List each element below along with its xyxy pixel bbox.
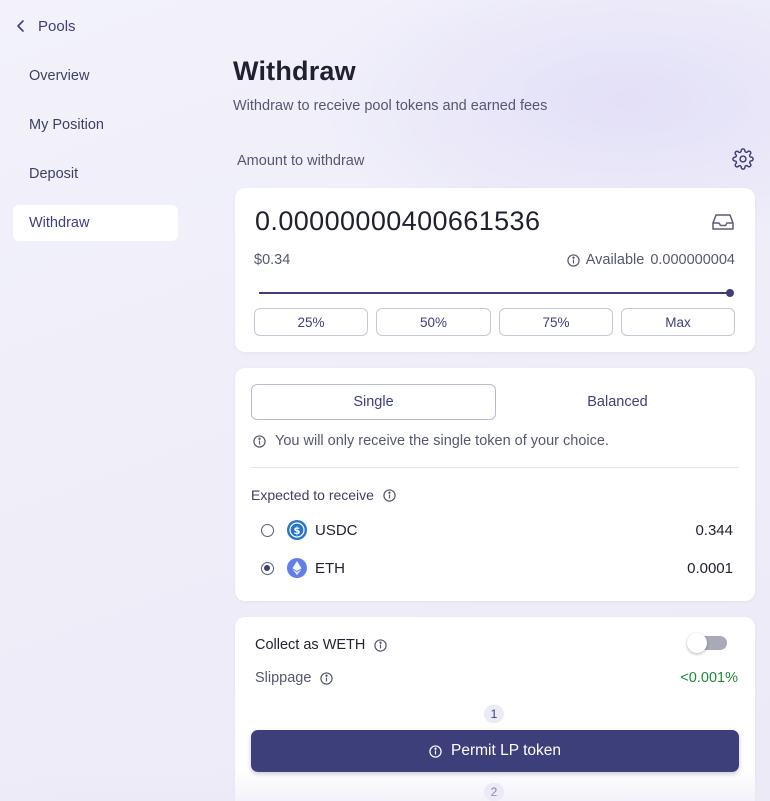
radio-usdc[interactable] xyxy=(261,523,274,537)
preset-buttons: 25% 50% 75% Max xyxy=(254,308,735,336)
sidebar-item-overview[interactable]: Overview xyxy=(13,58,178,94)
radio-eth[interactable] xyxy=(261,561,274,575)
preset-75-button[interactable]: 75% xyxy=(499,308,613,336)
info-icon xyxy=(567,253,580,267)
preset-50-button[interactable]: 50% xyxy=(376,308,491,336)
usdc-icon: $ xyxy=(287,520,307,540)
preset-max-button[interactable]: Max xyxy=(621,308,735,336)
sidebar-item-label: My Position xyxy=(29,117,104,133)
amount-input[interactable]: 0.00000000400661536 xyxy=(255,206,540,237)
sidebar-nav: Overview My Position Deposit Withdraw xyxy=(13,58,178,254)
back-to-pools-link[interactable]: Pools xyxy=(14,14,76,38)
withdraw-mode-card: Single Balanced You will only receive th… xyxy=(235,368,755,601)
eth-icon xyxy=(287,558,307,578)
permit-lp-token-button[interactable]: Permit LP token xyxy=(251,730,739,772)
available-value: 0.000000004 xyxy=(650,252,735,268)
toggle-knob xyxy=(687,633,707,653)
info-icon[interactable] xyxy=(383,488,396,502)
info-icon[interactable] xyxy=(374,638,388,652)
expected-to-receive-label: Expected to receive xyxy=(251,487,396,503)
preset-25-button[interactable]: 25% xyxy=(254,308,368,336)
token-symbol: USDC xyxy=(315,521,358,539)
slippage-label-text: Slippage xyxy=(255,670,312,686)
token-amount: 0.0001 xyxy=(687,559,733,577)
mode-tabs: Single Balanced xyxy=(251,384,739,420)
info-icon[interactable] xyxy=(320,671,334,685)
step-badge: 2 xyxy=(484,783,504,801)
expected-label-text: Expected to receive xyxy=(251,487,374,503)
info-icon xyxy=(429,744,442,758)
back-link-label: Pools xyxy=(38,17,76,35)
tab-balanced[interactable]: Balanced xyxy=(496,384,739,420)
amount-card: 0.00000000400661536 $0.34 Available 0.00… xyxy=(235,188,755,352)
usd-value: $0.34 xyxy=(254,252,291,268)
inbox-icon[interactable] xyxy=(711,212,735,232)
step-badge: 1 xyxy=(484,705,504,723)
collect-as-weth-label: Collect as WETH xyxy=(255,637,388,653)
token-symbol: ETH xyxy=(315,559,345,577)
available-label: Available xyxy=(585,252,645,268)
collect-label-text: Collect as WETH xyxy=(255,637,366,653)
permit-button-label: Permit LP token xyxy=(451,742,561,759)
token-amount: 0.344 xyxy=(695,521,733,539)
sidebar-item-my-position[interactable]: My Position xyxy=(13,107,178,143)
tab-single[interactable]: Single xyxy=(251,384,496,420)
amount-slider-track[interactable] xyxy=(259,292,731,294)
available-balance: Available 0.000000004 xyxy=(567,252,735,268)
sidebar-item-label: Deposit xyxy=(29,166,79,182)
collect-card: Collect as WETH Slippage <0.001% 1 Permi… xyxy=(235,617,755,801)
token-option-eth[interactable]: ETH 0.0001 xyxy=(261,557,733,579)
token-option-usdc[interactable]: $ USDC 0.344 xyxy=(261,519,733,541)
amount-slider-handle[interactable] xyxy=(726,289,734,297)
collect-weth-toggle[interactable] xyxy=(687,633,727,653)
divider xyxy=(251,467,739,468)
svg-text:$: $ xyxy=(294,526,301,537)
slippage-label: Slippage xyxy=(255,670,334,686)
sidebar-item-label: Withdraw xyxy=(29,215,90,231)
mode-info-text: You will only receive the single token o… xyxy=(275,433,609,449)
amount-label: Amount to withdraw xyxy=(237,153,365,169)
page-subtitle: Withdraw to receive pool tokens and earn… xyxy=(233,98,548,114)
sidebar-item-label: Overview xyxy=(29,68,90,84)
info-icon xyxy=(253,434,266,448)
slippage-value: <0.001% xyxy=(680,670,738,686)
sidebar-item-withdraw[interactable]: Withdraw xyxy=(13,205,178,241)
page-title: Withdraw xyxy=(233,56,356,86)
mode-info: You will only receive the single token o… xyxy=(253,433,609,449)
sidebar-item-deposit[interactable]: Deposit xyxy=(13,156,178,192)
chevron-left-icon xyxy=(17,20,24,32)
gear-icon[interactable] xyxy=(732,148,754,170)
